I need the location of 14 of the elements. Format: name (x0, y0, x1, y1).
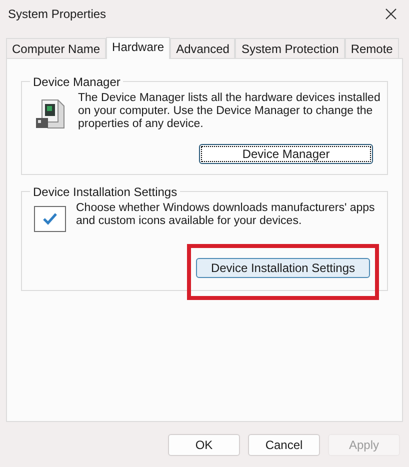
group-description: The Device Manager lists all the hardware devices installed on your computer. Use the Device Manager to change the properties of any device. (78, 92, 381, 131)
tab[interactable]: Advanced (170, 38, 236, 58)
dialog-button[interactable]: Cancel (248, 434, 320, 456)
close-icon[interactable] (385, 8, 397, 20)
tab[interactable]: System Protection (235, 38, 345, 58)
group-description: Choose whether Windows downloads manufacturers' apps and custom icons available for your devices. (76, 202, 376, 228)
dialog-button[interactable]: Device Manager (199, 144, 373, 164)
tab[interactable]: Hardware (106, 37, 170, 59)
tab[interactable]: Computer Name (6, 38, 106, 58)
dialog-button[interactable]: Device Installation Settings (196, 258, 370, 278)
checked-box-icon (34, 206, 66, 232)
dialog-button[interactable]: OK (168, 434, 240, 456)
window-title: System Properties (8, 6, 106, 23)
tab[interactable]: Remote (344, 38, 399, 58)
